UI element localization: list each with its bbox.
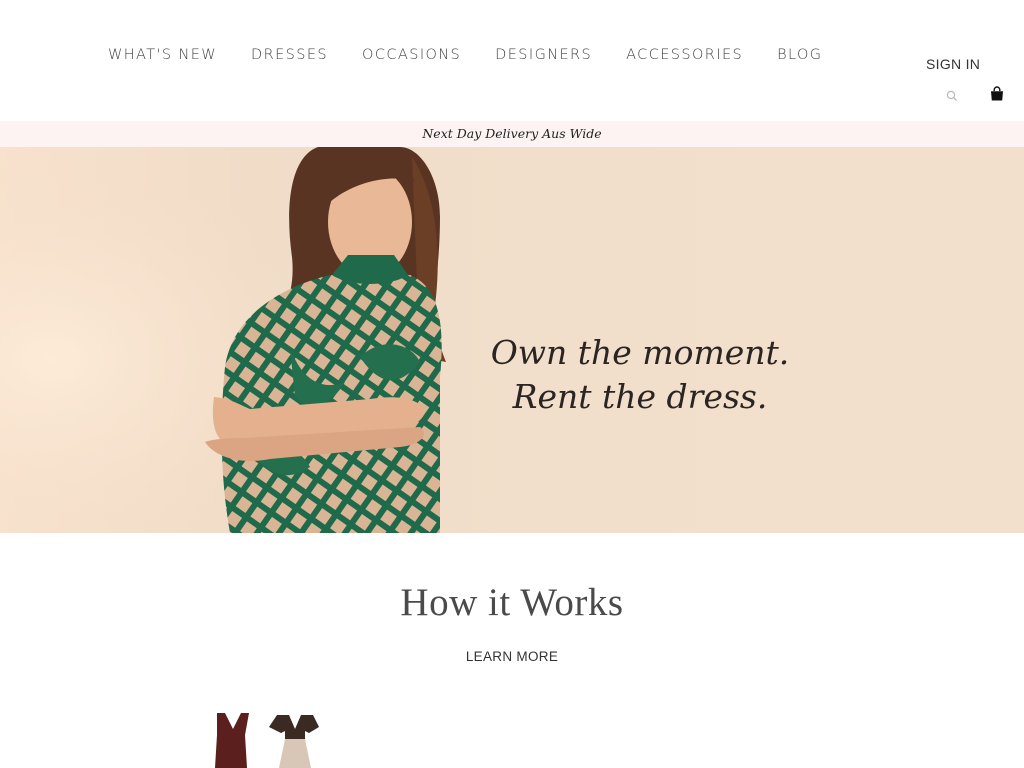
promo-text: Next Day Delivery Aus Wide [422,126,602,141]
how-it-works-heading: How it Works [400,581,624,624]
hero-tagline-line-2: Rent the dress. [512,377,768,416]
main-nav: WHAT'S NEW DRESSES OCCASIONS DESIGNERS A… [108,47,822,63]
site-header: WHAT'S NEW DRESSES OCCASIONS DESIGNERS A… [0,0,1024,121]
nav-item-dresses[interactable]: DRESSES [251,47,328,63]
nav-item-whats-new[interactable]: WHAT'S NEW [108,47,217,63]
shopping-bag-icon[interactable] [989,86,1005,102]
learn-more-link[interactable]: LEARN MORE [466,649,558,664]
nav-item-blog[interactable]: BLOG [777,47,822,63]
learn-more-container: LEARN MORE [0,649,1024,664]
hero-tagline-line-1: Own the moment. [490,333,790,372]
hero-banner[interactable]: Own the moment. Rent the dress. [0,147,1024,533]
hero-tagline: Own the moment. Rent the dress. [470,331,810,419]
nav-item-designers[interactable]: DESIGNERS [495,47,592,63]
dress-thumbnails-image [215,713,319,768]
sign-in-link[interactable]: SIGN IN [926,56,980,72]
search-icon[interactable] [945,89,959,103]
hero-model-image [0,147,520,533]
nav-item-occasions[interactable]: OCCASIONS [362,47,461,63]
delivery-promo-banner: Next Day Delivery Aus Wide [0,121,1024,147]
nav-item-accessories[interactable]: ACCESSORIES [626,47,743,63]
